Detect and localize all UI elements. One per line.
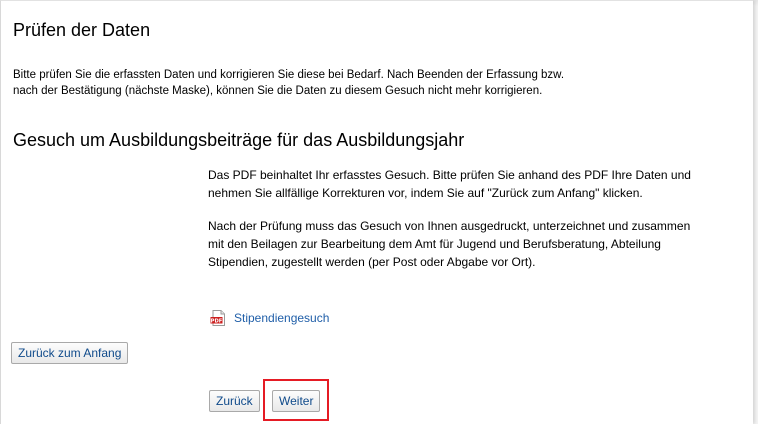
intro-text: Bitte prüfen Sie die erfassten Daten und…: [13, 69, 565, 97]
back-button[interactable]: Zurück: [209, 390, 260, 412]
pdf-download-link[interactable]: PDF Stipendiengesuch: [210, 310, 329, 326]
pdf-file-icon: PDF: [210, 310, 225, 326]
pdf-link-label: Stipendiengesuch: [234, 311, 330, 325]
pdf-description-text: Das PDF beinhaltet Ihr erfasstes Gesuch.…: [208, 168, 691, 200]
svg-text:PDF: PDF: [211, 318, 223, 324]
content-panel: Prüfen der Daten Bitte prüfen Sie die er…: [0, 0, 753, 424]
next-button[interactable]: Weiter: [272, 390, 321, 412]
section-title: Gesuch um Ausbildungsbeiträge für das Au…: [13, 130, 465, 150]
back-to-start-button[interactable]: Zurück zum Anfang: [11, 342, 129, 364]
page-title: Prüfen der Daten: [13, 20, 151, 40]
submission-instructions-text: Nach der Prüfung muss das Gesuch von Ihn…: [208, 219, 691, 269]
